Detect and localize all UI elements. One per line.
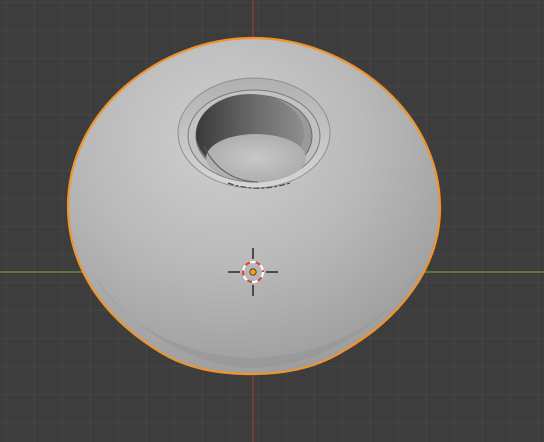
viewport-canvas[interactable]	[0, 0, 544, 442]
3d-viewport[interactable]	[0, 0, 544, 442]
hole-floor	[206, 134, 306, 182]
object-origin-dot	[249, 268, 257, 276]
